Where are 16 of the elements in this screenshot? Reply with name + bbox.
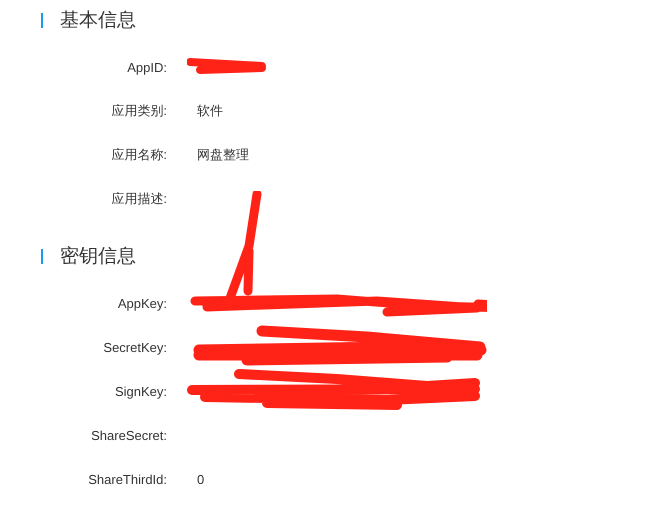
section-title: 密钥信息 (60, 245, 136, 269)
field-value: 网盘整理 (197, 146, 249, 164)
accent-bar (41, 248, 43, 264)
section-title: 基本信息 (60, 9, 136, 33)
field-value: 0 (197, 472, 204, 486)
field-label: 应用名称: (110, 146, 167, 164)
field-label: AppKey: (116, 296, 167, 310)
accent-bar (41, 12, 43, 28)
field-label: ShareSecret: (90, 428, 167, 442)
field-label: SignKey: (114, 384, 167, 398)
field-value: 软件 (197, 102, 223, 120)
field-label: AppID: (126, 60, 167, 74)
field-label: 应用描述: (110, 190, 167, 208)
field-label: SecretKey: (102, 340, 167, 354)
field-label: 应用类别: (110, 102, 167, 120)
field-label: ShareThirdId: (87, 472, 167, 486)
